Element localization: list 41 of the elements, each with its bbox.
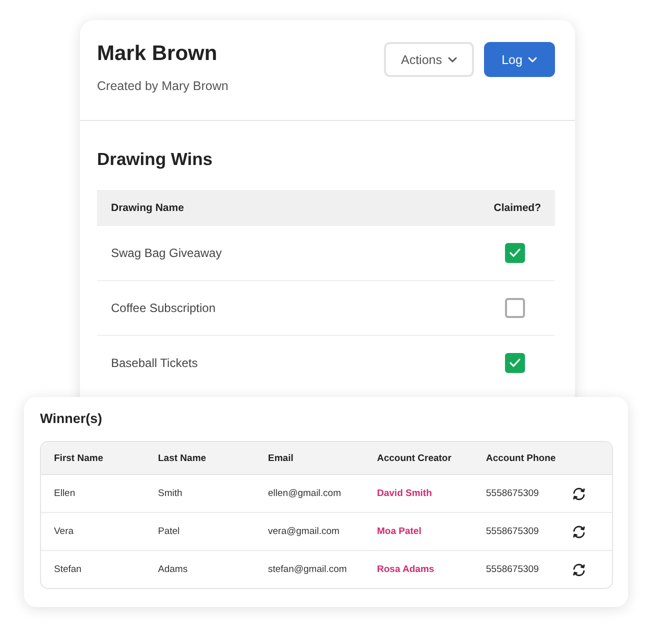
drawing-name: Baseball Tickets — [111, 356, 198, 370]
log-button[interactable]: Log — [484, 42, 555, 77]
section-title: Winner(s) — [40, 411, 104, 426]
column-header: Claimed? — [494, 202, 541, 214]
table-cell-text: Smith — [158, 488, 184, 499]
checkmark-icon — [509, 248, 521, 258]
account-creator-link[interactable]: David Smith — [377, 488, 432, 499]
created-by-text: Created by Mary Brown — [97, 79, 228, 93]
account-creator-link[interactable]: Rosa Adams — [377, 564, 434, 575]
column-header: Drawing Name — [111, 202, 184, 214]
table-cell-text: Patel — [158, 526, 181, 537]
column-header: Account Phone — [486, 452, 557, 464]
column-header: First Name — [54, 452, 104, 464]
caret-icon — [528, 56, 538, 62]
caret-icon — [448, 56, 457, 62]
column-header: Email — [268, 452, 294, 464]
refresh-icon[interactable] — [572, 486, 586, 500]
checkbox[interactable] — [505, 353, 525, 373]
table-cell-text: 5558675309 — [486, 526, 540, 537]
refresh-icon[interactable] — [572, 562, 586, 576]
actions-button[interactable]: Actions — [384, 42, 474, 77]
checkbox[interactable] — [505, 243, 525, 263]
refresh-icon[interactable] — [572, 524, 586, 538]
section-title: Drawing Wins — [97, 149, 214, 170]
column-header: Account Creator — [377, 452, 452, 464]
column-header: Last Name — [158, 452, 208, 464]
checkmark-icon — [509, 358, 521, 368]
profile-name: Mark Brown — [97, 42, 218, 66]
table-cell-text: Adams — [158, 564, 189, 575]
table-cell-text: Ellen — [54, 488, 76, 499]
table-cell-text: 5558675309 — [486, 564, 540, 575]
drawing-name: Swag Bag Giveaway — [111, 246, 222, 260]
table-cell-text: Vera — [54, 526, 75, 537]
drawing-name: Coffee Subscription — [111, 301, 216, 315]
checkbox[interactable] — [505, 298, 525, 318]
account-creator-link[interactable]: Moa Patel — [377, 526, 422, 537]
table-cell-text: stefan@gmail.com — [268, 564, 348, 575]
table-cell-text: ellen@gmail.com — [268, 488, 342, 499]
table-cell-text: Stefan — [54, 564, 82, 575]
table-cell-text: vera@gmail.com — [268, 526, 340, 537]
table-cell-text: 5558675309 — [486, 488, 540, 499]
